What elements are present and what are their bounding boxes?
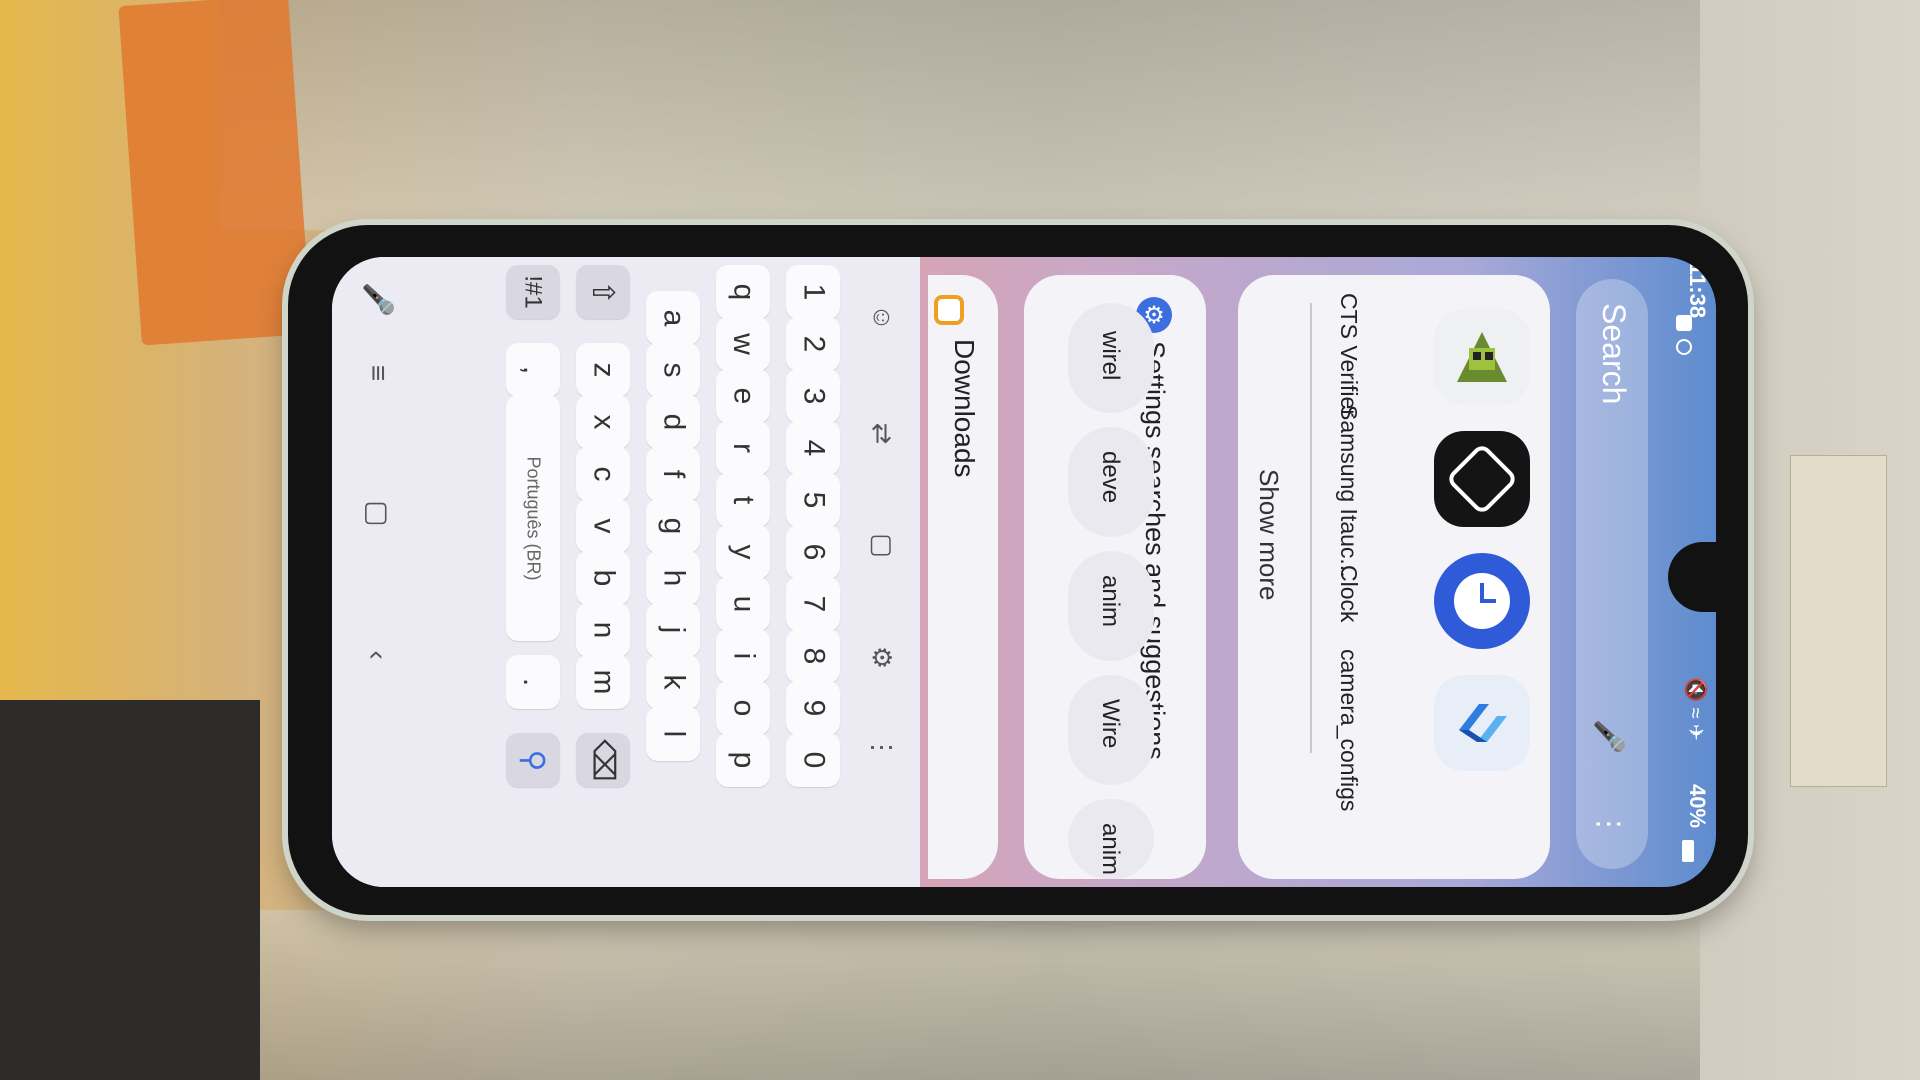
chip-label: wirel [1097, 331, 1124, 381]
recents-icon[interactable]: ≡ [358, 353, 398, 393]
key-w[interactable]: w [716, 317, 770, 371]
chip-1[interactable]: deve [1068, 427, 1154, 537]
key-v[interactable]: v [576, 499, 630, 553]
mic-icon[interactable]: 🎤 [1593, 719, 1626, 754]
period-key[interactable]: . [506, 655, 560, 709]
key-7[interactable]: 7 [786, 577, 840, 631]
key-5[interactable]: 5 [786, 473, 840, 527]
key-1[interactable]: 1 [786, 265, 840, 319]
settings-suggestions-card: ⚙ Settings searches and suggestions wire… [1024, 275, 1206, 879]
downloads-title: Downloads [949, 339, 980, 478]
settings-icon[interactable]: ⚙ [862, 637, 902, 677]
on-screen-keyboard: ☺ ⇄ ▢ ⚙ ⋮ 1 2 3 4 5 6 7 8 9 0 q w e r t … [332, 257, 920, 887]
status-icons: 🔇 ≈ ✈ [1684, 677, 1706, 741]
more-vert-icon[interactable]: ⋮ [1591, 809, 1626, 839]
key-y[interactable]: y [716, 525, 770, 579]
camera-configs-icon[interactable] [1434, 675, 1530, 771]
clipboard-icon[interactable]: ▢ [862, 525, 902, 565]
notification-icon [1676, 315, 1692, 331]
show-more-button[interactable]: Show more [1253, 469, 1284, 601]
key-t[interactable]: t [716, 473, 770, 527]
samsung-itau-icon[interactable] [1434, 431, 1530, 527]
key-4[interactable]: 4 [786, 421, 840, 475]
home-icon[interactable]: ▢ [358, 493, 398, 533]
search-bar[interactable]: Search 🎤 ⋮ [1576, 279, 1648, 869]
phone-screen: 11:38 🔇 ≈ ✈ 40% Search 🎤 ⋮ CTS Verifier … [332, 257, 1716, 887]
app-label-clock: Clock [1336, 565, 1362, 623]
backspace-icon: ⌫ [586, 738, 620, 782]
chip-2[interactable]: anim [1068, 551, 1154, 661]
key-6[interactable]: 6 [786, 525, 840, 579]
app-label-cts-verifier: CTS Verifier [1336, 293, 1362, 417]
downloads-card[interactable]: Downloads [928, 275, 998, 879]
chip-label: anim [1097, 575, 1124, 628]
key-o[interactable]: o [716, 681, 770, 735]
background-orange-box [118, 0, 312, 346]
key-u[interactable]: u [716, 577, 770, 631]
key-z[interactable]: z [576, 343, 630, 397]
symbols-key[interactable]: !#1 [506, 265, 560, 319]
key-c[interactable]: c [576, 447, 630, 501]
search-icon: ⚲ [516, 749, 550, 771]
translate-icon[interactable]: ⇄ [862, 413, 902, 453]
search-key[interactable]: ⚲ [506, 733, 560, 787]
key-i[interactable]: i [716, 629, 770, 683]
chip-label: anim [1097, 823, 1124, 876]
app-label-camera-configs: camera_configs [1336, 649, 1362, 812]
background-sticker [1790, 455, 1887, 787]
backspace-key[interactable]: ⌫ [576, 733, 630, 787]
background-scenery-top [220, 0, 1700, 230]
key-s[interactable]: s [646, 343, 700, 397]
chip-3[interactable]: Wire [1068, 675, 1154, 785]
comma-key[interactable]: , [506, 343, 560, 397]
apps-card: CTS Verifier Samsung Itauc... Clock came… [1238, 275, 1550, 879]
language-label: Português (BR) [523, 455, 544, 581]
space-key[interactable]: Português (BR) [506, 395, 560, 641]
battery-icon [1682, 840, 1694, 862]
key-9[interactable]: 9 [786, 681, 840, 735]
voice-input-icon[interactable]: 🎤 [358, 279, 398, 319]
status-battery: 40% [1685, 784, 1710, 829]
key-g[interactable]: g [646, 499, 700, 553]
downloads-folder-icon [934, 295, 964, 325]
key-b[interactable]: b [576, 551, 630, 605]
key-2[interactable]: 2 [786, 317, 840, 371]
background-scenery-bottom [220, 910, 1700, 1080]
key-r[interactable]: r [716, 421, 770, 475]
key-8[interactable]: 8 [786, 629, 840, 683]
key-x[interactable]: x [576, 395, 630, 449]
key-j[interactable]: j [646, 603, 700, 657]
status-time: 11:38 [1685, 263, 1710, 319]
chip-0[interactable]: wirel [1068, 303, 1154, 413]
shift-key[interactable]: ⇧ [576, 265, 630, 319]
key-n[interactable]: n [576, 603, 630, 657]
apps-divider [1310, 303, 1312, 753]
key-a[interactable]: a [646, 291, 700, 345]
key-0[interactable]: 0 [786, 733, 840, 787]
search-input[interactable]: Search [1595, 303, 1632, 404]
key-m[interactable]: m [576, 655, 630, 709]
emoji-icon[interactable]: ☺ [862, 297, 902, 337]
key-h[interactable]: h [646, 551, 700, 605]
key-e[interactable]: e [716, 369, 770, 423]
key-d[interactable]: d [646, 395, 700, 449]
cts-verifier-icon[interactable] [1434, 309, 1530, 405]
more-icon[interactable]: ⋮ [862, 727, 902, 767]
app-label-samsung-itau: Samsung Itauc... [1336, 405, 1362, 578]
key-3[interactable]: 3 [786, 369, 840, 423]
back-icon[interactable]: ‹ [358, 635, 398, 675]
chip-label: deve [1097, 451, 1124, 504]
sync-icon [1676, 339, 1692, 355]
shift-icon: ⇧ [586, 279, 620, 305]
clock-icon[interactable] [1434, 553, 1530, 649]
key-k[interactable]: k [646, 655, 700, 709]
chip-4[interactable]: anim [1068, 799, 1154, 879]
key-f[interactable]: f [646, 447, 700, 501]
background-dark-block [0, 700, 260, 1080]
key-l[interactable]: l [646, 707, 700, 761]
key-q[interactable]: q [716, 265, 770, 319]
key-p[interactable]: p [716, 733, 770, 787]
chip-label: Wire [1097, 699, 1124, 749]
